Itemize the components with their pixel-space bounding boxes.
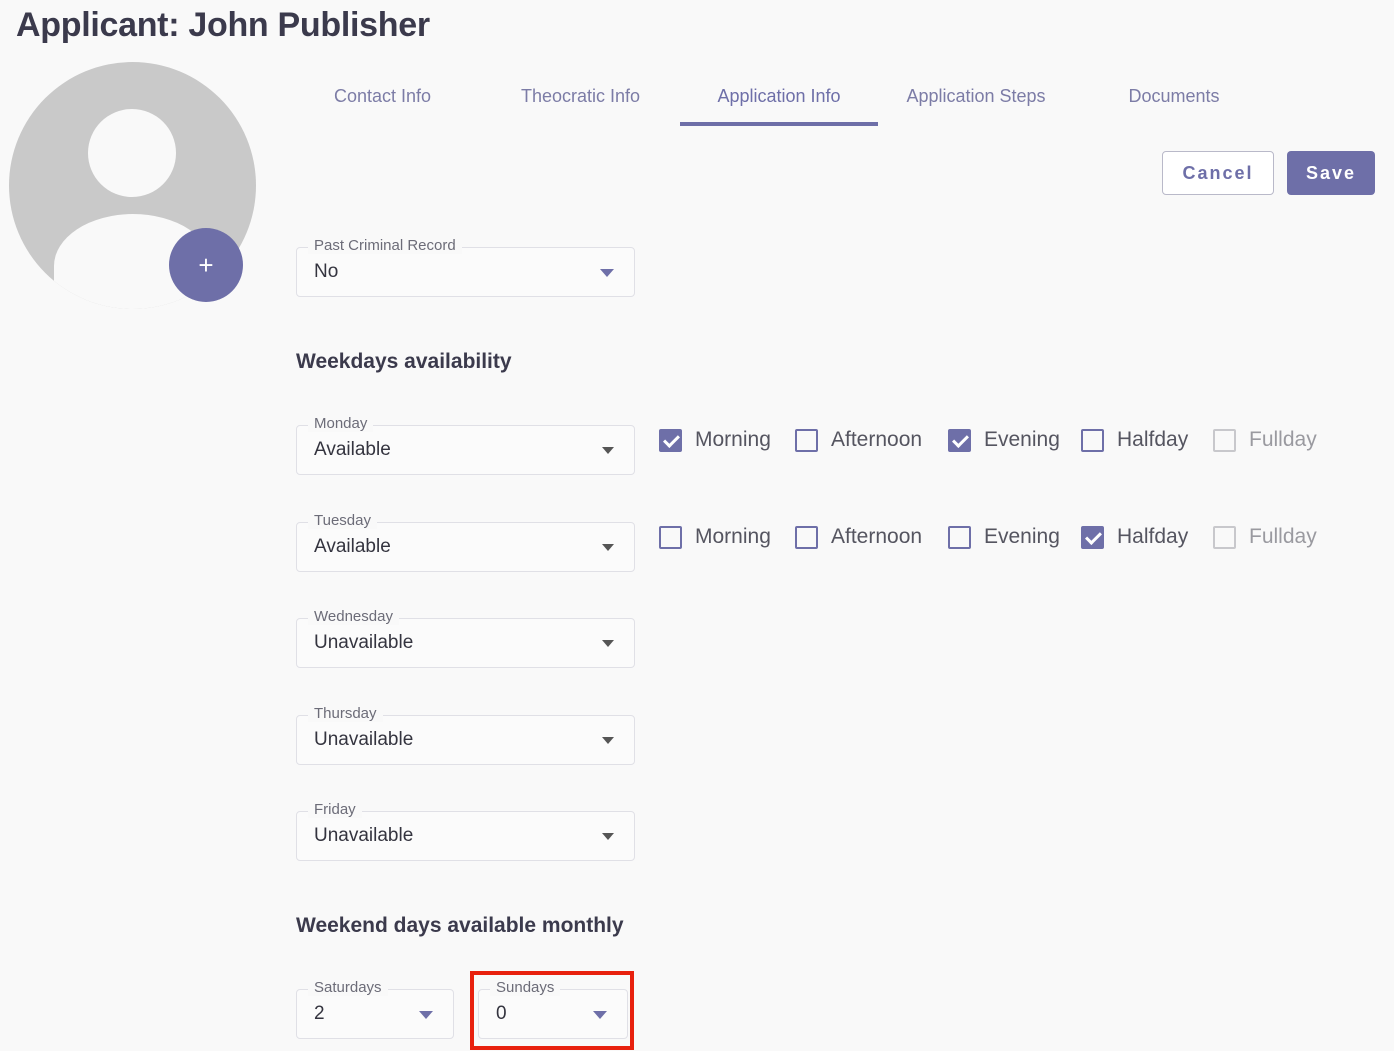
monday-fullday-checkbox: Fullday <box>1213 427 1317 453</box>
evening-label: Evening <box>984 428 1060 451</box>
checkbox-disabled-icon <box>1213 428 1236 452</box>
morning-label: Morning <box>695 525 771 548</box>
checkbox-disabled-icon <box>1213 525 1236 549</box>
monday-morning-checkbox[interactable]: Morning <box>659 427 771 453</box>
tuesday-fullday-checkbox: Fullday <box>1213 524 1317 550</box>
wednesday-label: Wednesday <box>308 608 399 625</box>
tab-documents[interactable]: Documents <box>1086 70 1262 126</box>
tuesday-evening-checkbox[interactable]: Evening <box>948 524 1060 550</box>
tuesday-select[interactable]: Tuesday Available <box>296 512 635 572</box>
tab-bar: Contact Info Theocratic Info Application… <box>296 70 1296 126</box>
tuesday-afternoon-checkbox[interactable]: Afternoon <box>795 524 922 550</box>
thursday-select[interactable]: Thursday Unavailable <box>296 705 635 765</box>
sundays-highlight-box <box>470 971 634 1050</box>
tuesday-halfday-checkbox[interactable]: Halfday <box>1081 524 1188 550</box>
wednesday-select[interactable]: Wednesday Unavailable <box>296 608 635 668</box>
monday-afternoon-checkbox[interactable]: Afternoon <box>795 427 922 453</box>
checkbox-checked-icon <box>948 428 971 452</box>
chevron-down-icon <box>602 544 614 551</box>
avatar-head-shape <box>88 109 176 197</box>
checkbox-empty-icon <box>795 428 818 452</box>
criminal-record-select[interactable]: Past Criminal Record No <box>296 237 635 297</box>
monday-evening-checkbox[interactable]: Evening <box>948 427 1060 453</box>
save-button[interactable]: Save <box>1287 151 1375 195</box>
saturdays-select[interactable]: Saturdays 2 <box>296 979 454 1039</box>
applicant-page: Applicant: John Publisher + Contact Info… <box>0 0 1394 1051</box>
friday-value: Unavailable <box>314 825 414 846</box>
tab-contact-info[interactable]: Contact Info <box>296 70 469 126</box>
wednesday-value: Unavailable <box>314 632 414 653</box>
chevron-down-icon <box>602 447 614 454</box>
chevron-down-icon <box>600 269 614 277</box>
thursday-label: Thursday <box>308 705 383 722</box>
saturdays-label: Saturdays <box>308 979 388 996</box>
monday-value: Available <box>314 439 391 460</box>
evening-label: Evening <box>984 525 1060 548</box>
friday-select[interactable]: Friday Unavailable <box>296 801 635 861</box>
chevron-down-icon <box>602 640 614 647</box>
checkbox-checked-icon <box>659 428 682 452</box>
tab-application-info[interactable]: Application Info <box>680 70 878 126</box>
monday-halfday-checkbox[interactable]: Halfday <box>1081 427 1188 453</box>
afternoon-label: Afternoon <box>831 525 923 548</box>
checkbox-empty-icon <box>1081 428 1104 452</box>
halfday-label: Halfday <box>1117 428 1189 451</box>
afternoon-label: Afternoon <box>831 428 923 451</box>
chevron-down-icon <box>602 737 614 744</box>
tuesday-label: Tuesday <box>308 512 377 529</box>
checkbox-checked-icon <box>1081 525 1104 549</box>
cancel-button[interactable]: Cancel <box>1162 151 1274 195</box>
checkbox-empty-icon <box>659 525 682 549</box>
tuesday-morning-checkbox[interactable]: Morning <box>659 524 771 550</box>
thursday-value: Unavailable <box>314 729 414 750</box>
page-title: Applicant: John Publisher <box>16 6 430 44</box>
morning-label: Morning <box>695 428 771 451</box>
chevron-down-icon <box>419 1011 433 1019</box>
tab-application-steps[interactable]: Application Steps <box>888 70 1064 126</box>
criminal-record-label: Past Criminal Record <box>308 237 462 254</box>
chevron-down-icon <box>602 833 614 840</box>
tab-theocratic-info[interactable]: Theocratic Info <box>494 70 667 126</box>
fullday-label: Fullday <box>1249 428 1317 451</box>
monday-label: Monday <box>308 415 374 432</box>
criminal-record-value: No <box>314 261 339 282</box>
monday-select[interactable]: Monday Available <box>296 415 635 475</box>
friday-label: Friday <box>308 801 362 818</box>
weekdays-heading: Weekdays availability <box>296 350 512 373</box>
tuesday-value: Available <box>314 536 391 557</box>
plus-icon: + <box>198 249 214 280</box>
checkbox-empty-icon <box>948 525 971 549</box>
fullday-label: Fullday <box>1249 525 1317 548</box>
checkbox-empty-icon <box>795 525 818 549</box>
add-photo-button[interactable]: + <box>169 228 243 302</box>
saturdays-value: 2 <box>314 1003 325 1024</box>
weekend-heading: Weekend days available monthly <box>296 914 624 937</box>
halfday-label: Halfday <box>1117 525 1189 548</box>
